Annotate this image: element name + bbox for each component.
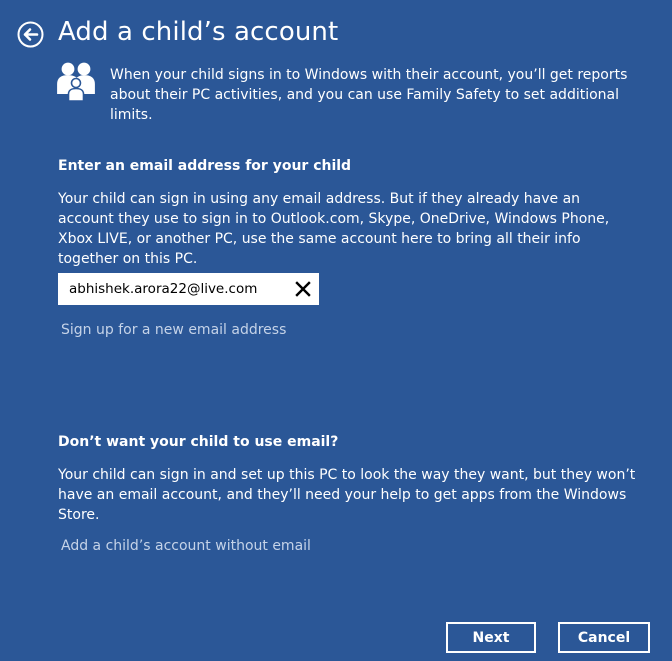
no-email-section-description: Your child can sign in and set up this P… [58, 467, 636, 523]
no-email-account-link[interactable]: Add a child’s account without email [61, 538, 311, 554]
signup-link[interactable]: Sign up for a new email address [61, 322, 286, 338]
email-field[interactable] [69, 274, 284, 304]
back-button[interactable] [17, 21, 44, 48]
page-title: Add a child’s account [58, 17, 339, 47]
intro-text: When your child signs in to Windows with… [110, 67, 628, 123]
close-icon [295, 281, 311, 297]
email-field-container [58, 273, 319, 305]
family-icon [57, 62, 95, 102]
no-email-section-heading: Don’t want your child to use email? [58, 434, 339, 450]
cancel-button[interactable]: Cancel [558, 622, 650, 653]
clear-button[interactable] [294, 280, 312, 298]
back-arrow-icon [17, 21, 44, 48]
email-section-heading: Enter an email address for your child [58, 158, 352, 174]
next-button[interactable]: Next [446, 622, 536, 653]
email-section-description: Your child can sign in using any email a… [58, 191, 610, 267]
